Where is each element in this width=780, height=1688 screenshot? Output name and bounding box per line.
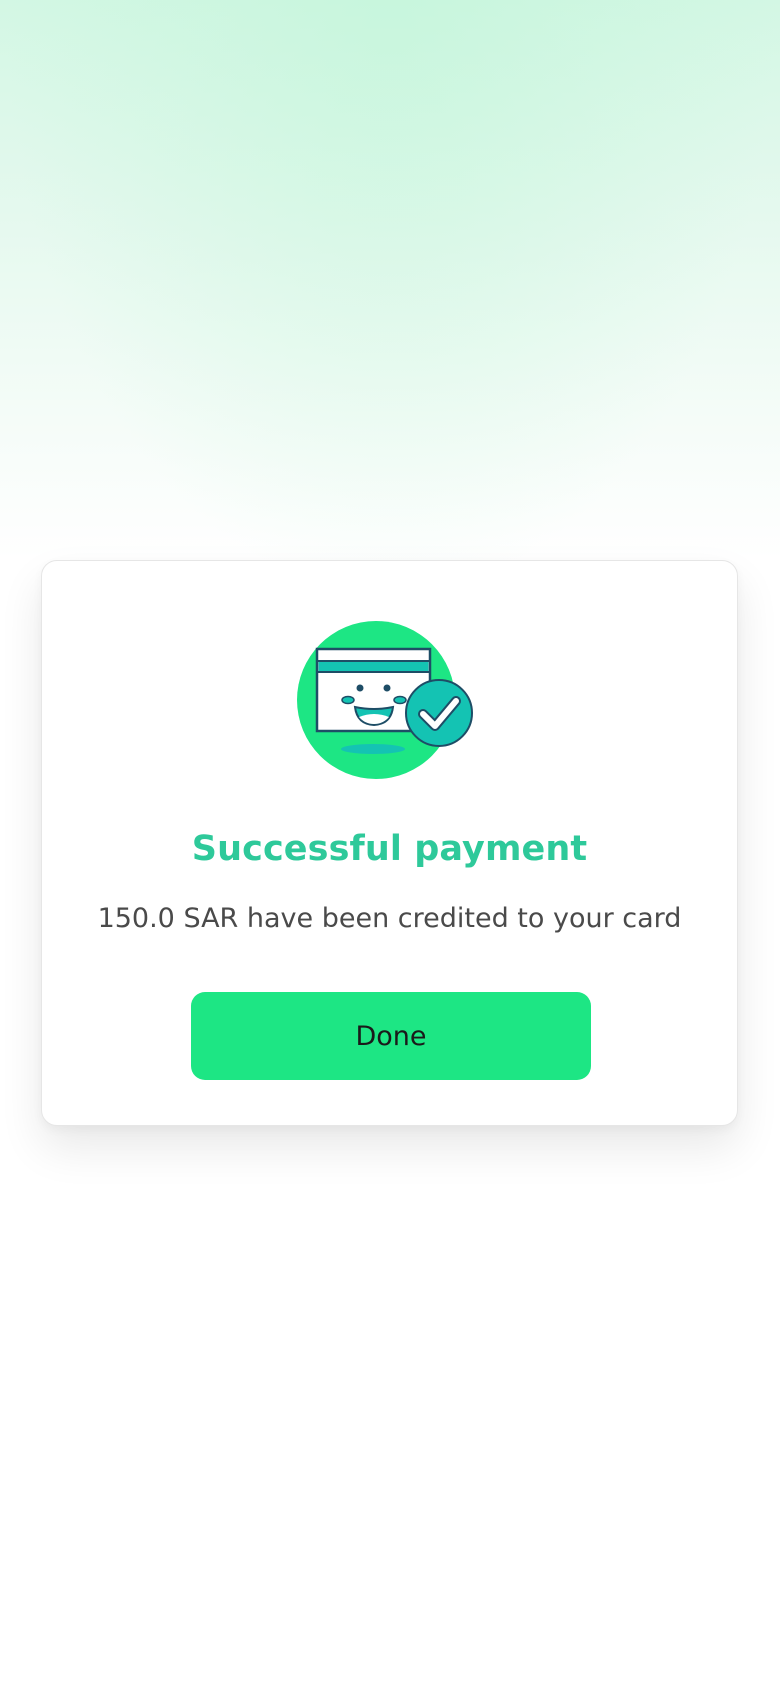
- dialog-message: 150.0 SAR have been credited to your car…: [97, 903, 682, 934]
- done-button[interactable]: Done: [191, 992, 591, 1080]
- background-gradient: [0, 0, 780, 600]
- dialog-title: Successful payment: [191, 829, 588, 869]
- smiling-card-check-icon: [297, 617, 487, 783]
- success-dialog: Successful payment 150.0 SAR have been c…: [41, 560, 738, 1126]
- payment-success-screen: Successful payment 150.0 SAR have been c…: [0, 0, 780, 1688]
